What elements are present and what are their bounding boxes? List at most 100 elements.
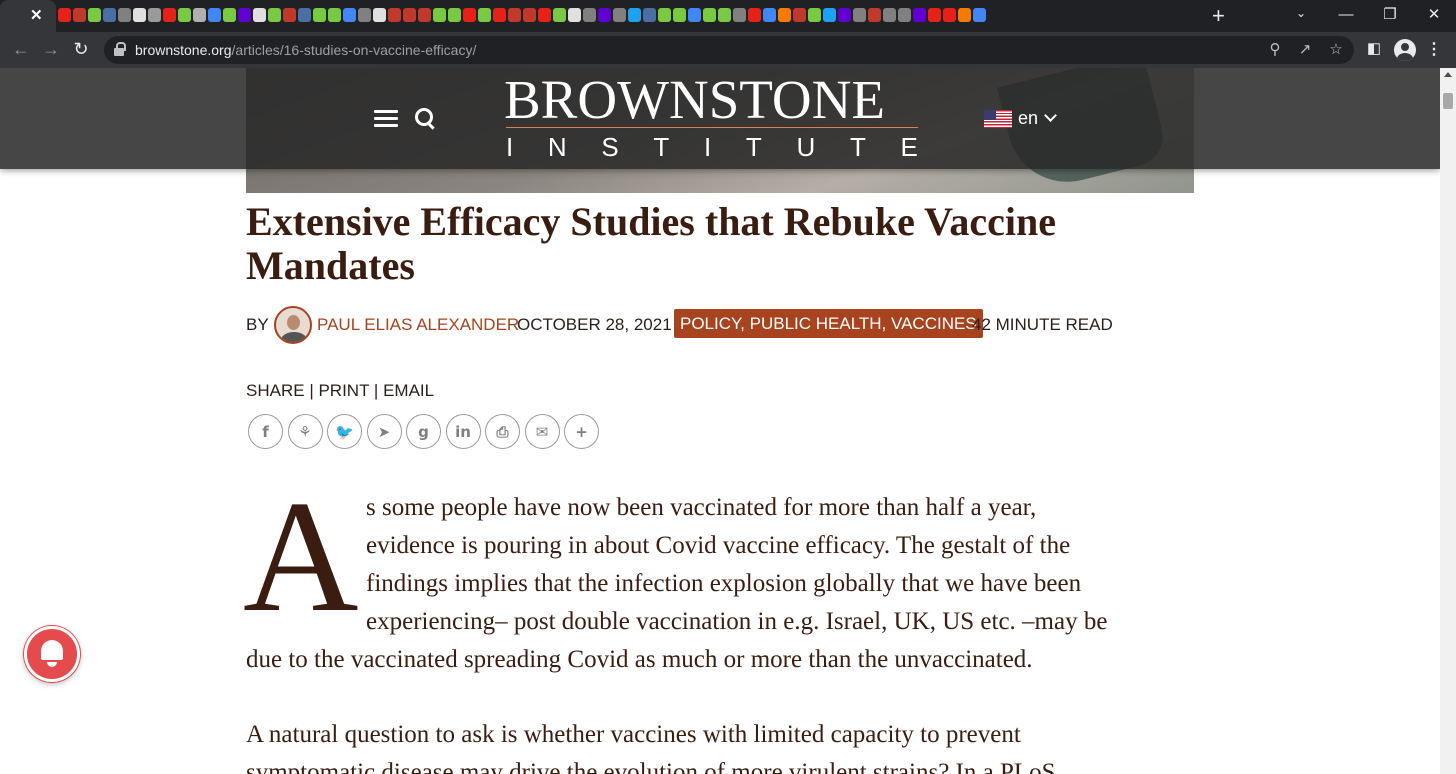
tab-favicon-icon[interactable] — [223, 8, 236, 22]
logo-institute[interactable]: INSTITUTE — [506, 132, 918, 162]
reload-icon[interactable]: ↻ — [70, 38, 92, 60]
url-text[interactable]: brownstone.org/articles/16-studies-on-va… — [135, 42, 476, 58]
print-icon[interactable]: ⎙ — [485, 414, 520, 449]
kebab-menu-icon[interactable]: ⋮ — [1426, 38, 1442, 62]
tab-favicon-icon[interactable] — [883, 8, 896, 22]
search-icon[interactable] — [414, 107, 438, 131]
linkedin-icon[interactable]: in — [445, 414, 481, 449]
tab-favicon-icon[interactable] — [448, 8, 461, 22]
tab-favicon-icon[interactable] — [343, 8, 356, 22]
tab-favicon-icon[interactable] — [853, 8, 866, 22]
tab-favicon-icon[interactable] — [658, 8, 671, 22]
active-tab[interactable]: ✕ — [0, 0, 56, 32]
scrollbar-thumb[interactable] — [1443, 93, 1453, 109]
more-icon[interactable]: + — [564, 414, 599, 449]
tab-favicon-icon[interactable] — [163, 8, 176, 22]
scroll-up-arrow-icon[interactable] — [1444, 72, 1452, 77]
tab-favicon-icon[interactable] — [913, 8, 926, 22]
tab-favicon-icon[interactable] — [733, 8, 746, 22]
tab-favicon-icon[interactable] — [673, 8, 686, 22]
hamburger-menu-icon[interactable] — [374, 110, 398, 128]
minimize-icon[interactable]: — — [1336, 4, 1356, 26]
tab-favicon-icon[interactable] — [793, 8, 806, 22]
tab-favicon-icon[interactable] — [298, 8, 311, 22]
tab-favicon-icon[interactable] — [73, 8, 86, 22]
tab-favicon-icon[interactable] — [388, 8, 401, 22]
tab-favicon-icon[interactable] — [88, 8, 101, 22]
tab-favicon-icon[interactable] — [508, 8, 521, 22]
logo-brownstone[interactable]: BROWNSTONE — [504, 72, 920, 128]
tab-favicon-icon[interactable] — [253, 8, 266, 22]
tab-favicon-icon[interactable] — [58, 8, 71, 22]
gettr-icon[interactable]: ⚘ — [287, 414, 323, 449]
tab-favicon-icon[interactable] — [868, 8, 881, 22]
tab-favicon-icon[interactable] — [583, 8, 596, 22]
address-bar[interactable]: brownstone.org/articles/16-studies-on-va… — [104, 36, 1354, 64]
share-icon[interactable]: ↗ — [1295, 40, 1315, 60]
tab-favicon-icon[interactable] — [148, 8, 161, 22]
forward-arrow-icon[interactable]: → — [40, 38, 62, 60]
email-link[interactable]: EMAIL — [383, 381, 434, 400]
tab-favicon-icon[interactable] — [178, 8, 191, 22]
tab-search-icon[interactable]: ⌄ — [1296, 6, 1306, 20]
tab-favicon-icon[interactable] — [688, 8, 701, 22]
zoom-icon[interactable]: ⚲ — [1265, 40, 1285, 60]
scrollbar[interactable] — [1440, 68, 1456, 774]
share-link[interactable]: SHARE — [246, 381, 305, 400]
tab-favicon-icon[interactable] — [268, 8, 281, 22]
star-icon[interactable]: ☆ — [1326, 40, 1346, 60]
print-link[interactable]: PRINT — [318, 381, 369, 400]
tab-favicon-icon[interactable] — [928, 8, 941, 22]
tab-favicon-icon[interactable] — [133, 8, 146, 22]
tab-favicon-icon[interactable] — [628, 8, 641, 22]
tab-favicon-icon[interactable] — [703, 8, 716, 22]
tab-favicon-icon[interactable] — [283, 8, 296, 22]
tab-favicon-icon[interactable] — [973, 8, 986, 22]
tab-favicon-icon[interactable] — [598, 8, 611, 22]
tab-favicon-icon[interactable] — [523, 8, 536, 22]
facebook-icon[interactable]: f — [248, 414, 283, 449]
tab-favicon-icon[interactable] — [898, 8, 911, 22]
tab-favicon-icon[interactable] — [613, 8, 626, 22]
tab-favicon-icon[interactable] — [238, 8, 251, 22]
tab-favicon-icon[interactable] — [433, 8, 446, 22]
tab-favicon-icon[interactable] — [958, 8, 971, 22]
tab-favicon-icon[interactable] — [103, 8, 116, 22]
notification-bell-icon[interactable] — [24, 626, 80, 682]
tab-favicon-icon[interactable] — [463, 8, 476, 22]
email-icon[interactable]: ✉ — [524, 414, 560, 449]
tab-favicon-icon[interactable] — [778, 8, 791, 22]
tab-favicon-icon[interactable] — [568, 8, 581, 22]
close-tab-icon[interactable]: ✕ — [30, 6, 43, 26]
lock-icon[interactable] — [114, 42, 126, 56]
tab-favicon-icon[interactable] — [493, 8, 506, 22]
tab-favicon-icon[interactable] — [418, 8, 431, 22]
tab-favicon-icon[interactable] — [838, 8, 851, 22]
tab-favicon-icon[interactable] — [538, 8, 551, 22]
twitter-icon[interactable]: 🐦 — [327, 414, 362, 449]
tab-favicon-icon[interactable] — [808, 8, 821, 22]
tab-favicon-icon[interactable] — [403, 8, 416, 22]
tab-favicon-icon[interactable] — [943, 8, 956, 22]
author-link[interactable]: PAUL ELIAS ALEXANDER — [317, 315, 519, 335]
author-avatar[interactable] — [274, 306, 312, 344]
tab-favicon-icon[interactable] — [823, 8, 836, 22]
tab-favicon-icon[interactable] — [118, 8, 131, 22]
window-close-icon[interactable]: ✕ — [1424, 4, 1444, 26]
tab-favicon-icon[interactable] — [718, 8, 731, 22]
telegram-icon[interactable]: ➤ — [366, 414, 402, 449]
category-badge[interactable]: POLICY, PUBLIC HEALTH, VACCINES — [674, 309, 983, 338]
tab-favicon-icon[interactable] — [553, 8, 566, 22]
tab-favicon-icon[interactable] — [643, 8, 656, 22]
back-arrow-icon[interactable]: ← — [10, 38, 32, 60]
gab-icon[interactable]: g — [406, 414, 441, 449]
side-panel-icon[interactable]: ◧ — [1363, 38, 1385, 60]
profile-icon[interactable] — [1394, 39, 1416, 61]
tab-favicon-icon[interactable] — [358, 8, 371, 22]
new-tab-button[interactable]: + — [1212, 3, 1225, 29]
tab-favicon-icon[interactable] — [208, 8, 221, 22]
tab-favicon-icon[interactable] — [193, 8, 206, 22]
tab-favicon-icon[interactable] — [313, 8, 326, 22]
tab-favicon-icon[interactable] — [328, 8, 341, 22]
tab-favicon-icon[interactable] — [748, 8, 761, 22]
